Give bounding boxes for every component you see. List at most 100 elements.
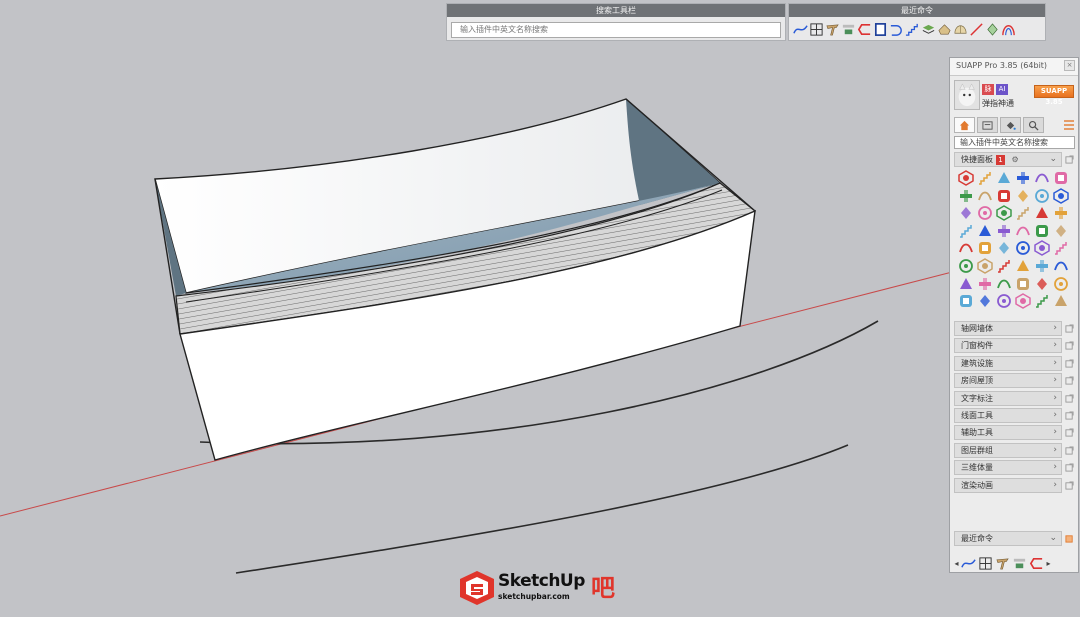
- model-viewport[interactable]: [0, 0, 1080, 617]
- beam-icon[interactable]: [825, 19, 840, 39]
- plugin-tool-icon[interactable]: [958, 223, 974, 239]
- plugin-tool-icon[interactable]: [958, 240, 974, 256]
- dome-icon[interactable]: [953, 19, 968, 39]
- plugin-tool-icon[interactable]: [1034, 276, 1050, 292]
- plugin-tool-icon[interactable]: [1015, 188, 1031, 204]
- plugin-tool-icon[interactable]: [977, 223, 993, 239]
- plugin-tool-icon[interactable]: [1034, 258, 1050, 274]
- plugin-tool-icon[interactable]: [1053, 240, 1069, 256]
- plugin-tool-icon[interactable]: [1034, 293, 1050, 309]
- avatar[interactable]: [954, 80, 980, 110]
- popout-icon[interactable]: [1063, 152, 1075, 167]
- panel-title-bar[interactable]: SUAPP Pro 3.85 (64bit) ×: [950, 58, 1078, 76]
- popout-icon[interactable]: [1063, 391, 1075, 406]
- category-header[interactable]: 房间屋顶 ›: [954, 373, 1062, 389]
- plugin-tool-icon[interactable]: [996, 258, 1012, 274]
- plugin-tool-icon[interactable]: [1053, 187, 1069, 204]
- suapp-version-button[interactable]: SUAPP 3.85: [1034, 85, 1074, 106]
- plugin-tool-icon[interactable]: [1053, 258, 1069, 274]
- grid-icon[interactable]: [809, 19, 824, 39]
- plugin-tool-icon[interactable]: [1015, 258, 1031, 274]
- plugin-tool-icon[interactable]: [1034, 240, 1050, 257]
- plugin-tool-icon[interactable]: [977, 205, 993, 221]
- plugin-tool-icon[interactable]: [958, 258, 974, 274]
- plugin-tool-icon[interactable]: [996, 188, 1012, 204]
- popout-icon[interactable]: [1063, 338, 1075, 353]
- popout-icon[interactable]: [1063, 443, 1075, 458]
- category-header[interactable]: 图层群组 ›: [954, 442, 1062, 458]
- plugin-tool-icon[interactable]: [977, 240, 993, 256]
- plugin-tool-icon[interactable]: [958, 188, 974, 204]
- curve-icon[interactable]: [961, 553, 976, 573]
- rebar-label-icon[interactable]: [841, 19, 856, 39]
- plugin-tool-icon[interactable]: [958, 276, 974, 292]
- door-frame-icon[interactable]: [873, 19, 888, 39]
- popout-icon[interactable]: [1063, 531, 1075, 546]
- plugin-tool-icon[interactable]: [977, 276, 993, 292]
- arc-icon[interactable]: [1001, 19, 1016, 39]
- category-header[interactable]: 建筑设施 ›: [954, 355, 1062, 371]
- plugin-tool-icon[interactable]: [1015, 293, 1031, 310]
- category-header[interactable]: 渲染动画 ›: [954, 477, 1062, 493]
- grid-icon[interactable]: [978, 553, 993, 573]
- rebar-label-icon[interactable]: [1012, 553, 1027, 573]
- beam-icon[interactable]: [995, 553, 1010, 573]
- category-header[interactable]: 线面工具 ›: [954, 407, 1062, 423]
- panel-search-input[interactable]: 输入插件中英文名称搜索: [954, 136, 1075, 149]
- category-header[interactable]: 轴网墙体 ›: [954, 321, 1062, 336]
- gear-icon[interactable]: ⚙: [1012, 155, 1019, 164]
- tab-home[interactable]: [954, 117, 975, 133]
- ai-badge[interactable]: AI: [996, 84, 1008, 95]
- plugin-tool-icon[interactable]: [977, 188, 993, 204]
- plugin-tool-icon[interactable]: [977, 170, 993, 186]
- popout-icon[interactable]: [1063, 373, 1075, 388]
- category-header[interactable]: 门窗构件 ›: [954, 338, 1062, 354]
- plugin-tool-icon[interactable]: [958, 293, 974, 309]
- plugin-tool-icon[interactable]: [1034, 223, 1050, 239]
- popout-icon[interactable]: [1063, 460, 1075, 475]
- category-header[interactable]: 三维体量 ›: [954, 460, 1062, 476]
- recent-commands-header[interactable]: 最近命令 ⌄: [954, 531, 1062, 546]
- plugin-tool-icon[interactable]: [996, 170, 1012, 186]
- plugin-search-input[interactable]: 输入插件中英文名称搜索: [451, 22, 781, 38]
- plugin-tool-icon[interactable]: [1034, 170, 1050, 186]
- user-name[interactable]: 弹指神通: [982, 98, 1014, 109]
- wall-corner-icon[interactable]: [857, 19, 872, 39]
- quick-panel-header[interactable]: 快捷面板 1 ⚙ ⌄: [954, 152, 1062, 167]
- plugin-tool-icon[interactable]: [1053, 170, 1069, 186]
- close-icon[interactable]: ×: [1064, 60, 1075, 71]
- list-view-icon[interactable]: [1063, 117, 1075, 131]
- plugin-tool-icon[interactable]: [996, 223, 1012, 239]
- popout-icon[interactable]: [1063, 321, 1075, 336]
- plugin-tool-icon[interactable]: [958, 205, 974, 221]
- plugin-tool-icon[interactable]: [1015, 170, 1031, 186]
- category-header[interactable]: 文字标注 ›: [954, 390, 1062, 406]
- plugin-tool-icon[interactable]: [1034, 188, 1050, 204]
- tab-search[interactable]: [1023, 117, 1044, 133]
- plugin-tool-icon[interactable]: [996, 276, 1012, 292]
- pipe-bend-icon[interactable]: [889, 19, 904, 39]
- plugin-tool-icon[interactable]: [1015, 276, 1031, 292]
- popout-icon[interactable]: [1063, 408, 1075, 423]
- plugin-tool-icon[interactable]: [977, 258, 993, 274]
- plugin-tool-icon[interactable]: [1053, 293, 1069, 309]
- tab-plugins[interactable]: [977, 117, 998, 133]
- plugin-tool-icon[interactable]: [1053, 205, 1069, 221]
- popout-icon[interactable]: [1063, 356, 1075, 371]
- popout-icon[interactable]: [1063, 478, 1075, 493]
- plugin-tool-icon[interactable]: [1053, 276, 1069, 292]
- curve-icon[interactable]: [793, 19, 808, 39]
- stairs-icon[interactable]: [905, 19, 920, 39]
- plugin-tool-icon[interactable]: [1015, 205, 1031, 221]
- line-tool-icon[interactable]: [969, 19, 984, 39]
- plugin-tool-icon[interactable]: [977, 293, 993, 309]
- popout-icon[interactable]: [1063, 425, 1075, 440]
- plugin-tool-icon[interactable]: [1053, 223, 1069, 239]
- plugin-tool-icon[interactable]: [958, 170, 974, 186]
- plugin-tool-icon[interactable]: [996, 240, 1012, 256]
- scroll-left-icon[interactable]: ◂: [954, 559, 959, 568]
- plugin-tool-icon[interactable]: [1015, 223, 1031, 239]
- layer-stack-icon[interactable]: [921, 19, 936, 39]
- plugin-tool-icon[interactable]: [996, 205, 1012, 222]
- plugin-tool-icon[interactable]: [1034, 205, 1050, 221]
